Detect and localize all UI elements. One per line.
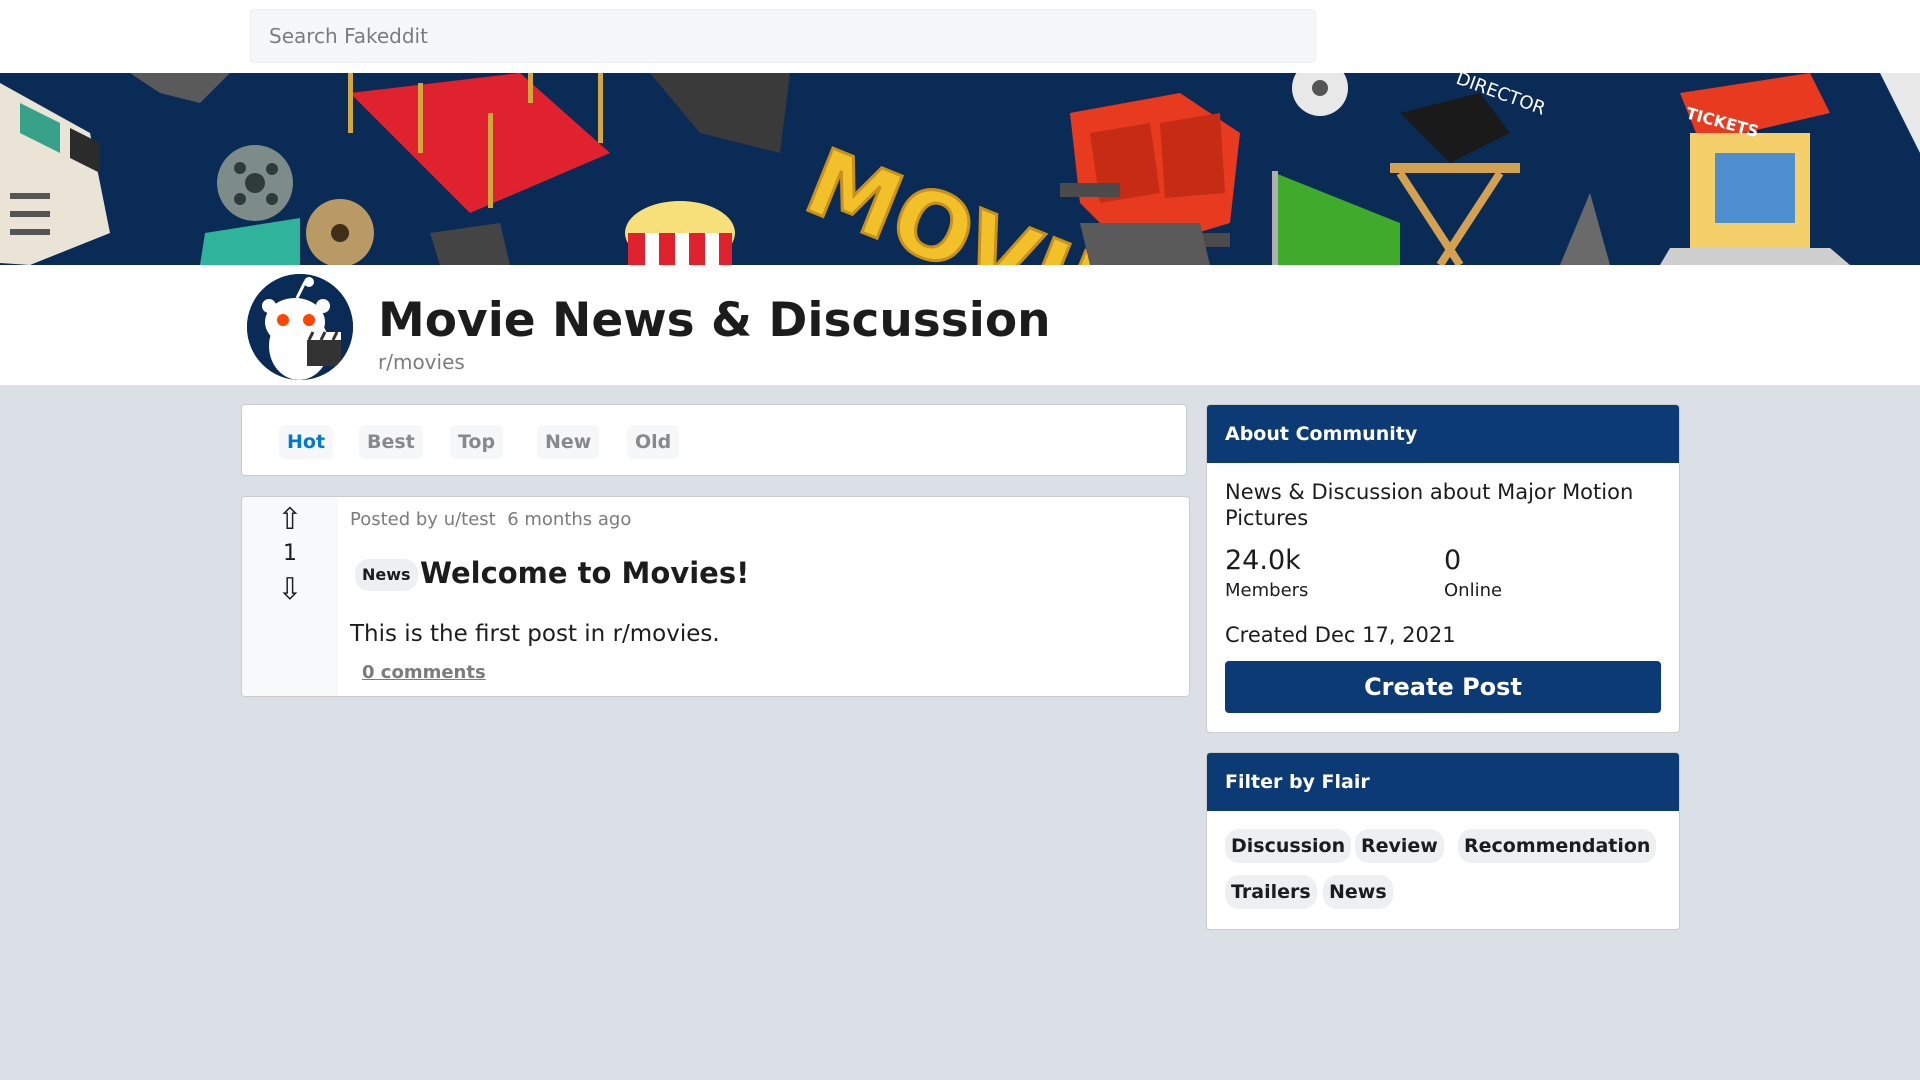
post-author-link[interactable]: u/test <box>444 509 496 530</box>
online-count: 0 <box>1444 545 1462 576</box>
sort-tab-top[interactable]: Top <box>450 425 504 459</box>
community-description: News & Discussion about Major Motion Pic… <box>1225 480 1634 530</box>
popcorn-illustration <box>625 201 735 265</box>
community-banner: MOVIES DIRECTOR TICKETS <box>0 73 1920 265</box>
cinema-seats-illustration <box>1060 93 1240 265</box>
community-name: r/movies <box>378 350 465 374</box>
sort-tab-old[interactable]: Old <box>627 425 680 459</box>
sort-tab-best[interactable]: Best <box>359 425 423 459</box>
search-input[interactable] <box>250 9 1316 63</box>
downvote-icon[interactable]: ⇩ <box>242 573 338 607</box>
created-date: Created Dec 17, 2021 <box>1225 623 1456 647</box>
upvote-icon[interactable]: ⇧ <box>242 503 338 537</box>
online-stat: 0 Online <box>1444 545 1502 601</box>
filter-by-flair-card: Filter by Flair Discussion Review Recomm… <box>1206 752 1680 930</box>
flair-filter-recommendation[interactable]: Recommendation <box>1458 829 1657 863</box>
online-label: Online <box>1444 580 1503 601</box>
sort-tab-hot[interactable]: Hot <box>279 425 334 459</box>
members-count: 24.0k <box>1225 545 1301 576</box>
members-label: Members <box>1225 580 1309 601</box>
community-avatar <box>244 271 356 383</box>
about-community-card: About Community News & Discussion about … <box>1206 404 1680 733</box>
flair-filter-news[interactable]: News <box>1323 875 1393 909</box>
post-card: ⇧ 1 ⇩ Posted by u/test 6 months ago News… <box>241 496 1190 697</box>
filter-by-flair-heading: Filter by Flair <box>1207 753 1679 811</box>
post-title[interactable]: Welcome to Movies! <box>420 556 749 590</box>
post-time: 6 months ago <box>507 509 632 530</box>
about-community-heading: About Community <box>1207 405 1679 463</box>
post-meta: Posted by u/test 6 months ago <box>350 509 631 530</box>
post-comments-link[interactable]: 0 comments <box>362 662 486 683</box>
flair-filter-discussion[interactable]: Discussion <box>1225 829 1352 863</box>
flair-filter-trailers[interactable]: Trailers <box>1225 875 1317 909</box>
vote-column: ⇧ 1 ⇩ <box>242 497 338 696</box>
sort-tab-new[interactable]: New <box>537 425 600 459</box>
post-body: This is the first post in r/movies. <box>350 621 720 647</box>
members-stat: 24.0k Members <box>1225 545 1308 601</box>
post-flair-badge: News <box>355 559 418 591</box>
sort-bar: Hot Best Top New Old <box>241 404 1187 476</box>
community-header: Movie News & Discussion r/movies <box>0 265 1920 385</box>
flair-filter-review[interactable]: Review <box>1355 829 1444 863</box>
community-title: Movie News & Discussion <box>378 293 1051 348</box>
vote-score: 1 <box>283 541 297 566</box>
create-post-button[interactable]: Create Post <box>1225 661 1661 713</box>
top-bar <box>0 0 1920 73</box>
post-meta-prefix: Posted by <box>350 509 438 530</box>
